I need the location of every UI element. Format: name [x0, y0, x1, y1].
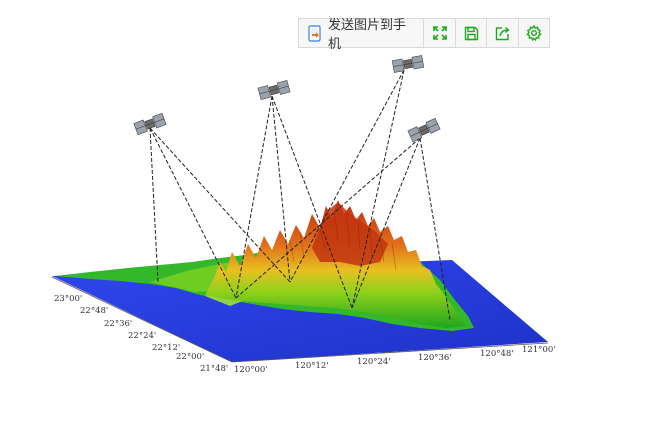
lat-tick-label: 22°24': [128, 331, 156, 341]
lat-tick-label: 22°36': [104, 319, 132, 329]
satellite-icon: [257, 79, 291, 101]
terrain-satellite-figure: 23°00' 22°48' 22°36' 22°24' 22°12' 22°00…: [51, 55, 556, 375]
fullscreen-icon: [432, 26, 447, 40]
share-icon: [495, 26, 510, 41]
image-toolbar: 发送图片到手机: [298, 18, 550, 52]
send-to-phone-button[interactable]: 发送图片到手机: [299, 18, 425, 52]
lon-tick-label: 120°36': [418, 353, 452, 363]
satellite-icon: [391, 55, 425, 73]
image-viewer: 发送图片到手机 23°00' 22°48' 22°36' 22°24' 22°1…: [0, 0, 653, 443]
send-to-phone-label: 发送图片到手机: [328, 18, 407, 52]
share-button[interactable]: [487, 19, 519, 47]
save-icon: [464, 26, 479, 41]
lat-tick-label: 22°48': [80, 306, 108, 316]
phone-send-icon: [308, 24, 322, 42]
lon-tick-label: 120°24': [357, 357, 391, 367]
fullscreen-button[interactable]: [424, 19, 456, 47]
lat-tick-label: 21°48': [200, 364, 228, 374]
lon-tick-label: 120°00': [234, 365, 268, 375]
lon-tick-label: 120°12': [295, 361, 329, 371]
satellite-icon: [407, 117, 441, 143]
settings-icon: [526, 25, 542, 41]
lat-tick-label: 22°00': [176, 352, 204, 362]
save-button[interactable]: [456, 19, 488, 47]
lon-tick-label: 121°00': [522, 345, 556, 355]
lon-tick-label: 120°48': [480, 349, 514, 359]
settings-button[interactable]: [519, 19, 549, 47]
lat-tick-label: 23°00': [54, 294, 82, 304]
